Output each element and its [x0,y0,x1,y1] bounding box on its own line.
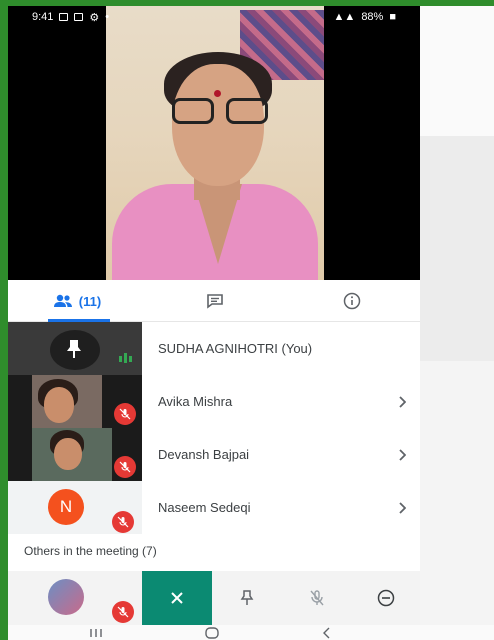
speaking-icon [119,353,132,363]
background-panel [420,361,494,640]
participant-thumbnail [8,322,142,375]
recents-button[interactable] [88,625,104,640]
participant-thumbnail [8,375,142,428]
chevron-right-icon[interactable] [398,428,406,481]
signal-icon: ▲▲ [333,11,356,23]
participant-name: Devansh Bajpai [158,447,250,462]
tab-people-label: (11) [78,293,102,309]
background-panel [420,6,494,136]
home-button[interactable] [204,625,220,640]
mic-off-icon [112,601,134,623]
settings-icon: ⚙ [89,11,100,24]
participant-glasses [172,98,268,124]
close-icon [171,592,183,604]
chevron-right-icon[interactable] [398,375,406,428]
pin-button[interactable] [212,571,282,625]
status-battery: 88% [361,11,384,23]
info-icon [343,292,361,310]
participant-row[interactable]: Avika Mishra [8,375,420,428]
tab-info[interactable] [284,280,420,322]
background-panel [420,136,494,361]
participant-thumbnail [8,571,142,625]
back-icon [323,627,330,638]
avatar: N [48,489,84,525]
mic-off-icon [114,456,136,478]
participant-thumbnail [8,428,142,481]
recents-icon [90,628,102,637]
participant-action-bar [8,571,420,625]
mic-off-icon [112,511,134,533]
home-icon [205,626,219,639]
participant-row[interactable]: N Naseem Sedeqi [8,481,420,534]
chat-icon [207,294,223,309]
panel-tabs: (11) [8,280,420,322]
remove-button[interactable] [352,571,420,625]
system-nav-bar [8,625,494,640]
remove-icon [377,589,395,607]
tab-people[interactable]: (11) [8,280,146,322]
phone-screen: 9:41 ⚙ • ▲▲ 88% ■ (11) SUDHA AGNIHOTRI (… [8,6,494,640]
mic-off-icon [114,403,136,425]
participant-name: Naseem Sedeqi [158,500,251,515]
participant-name: SUDHA AGNIHOTRI (You) [158,341,313,356]
pin-icon [240,590,254,605]
participant-neckline [194,184,242,264]
pin-icon [67,340,81,358]
tab-chat[interactable] [146,280,284,322]
people-icon [53,294,72,307]
mute-icon [310,590,324,606]
participant-bindi [214,90,221,97]
participant-name: Avika Mishra [158,394,233,409]
mute-button[interactable] [282,571,352,625]
close-button[interactable] [142,571,212,625]
status-time: 9:41 [32,11,54,23]
others-section-label: Others in the meeting (7) [24,544,157,558]
back-button[interactable] [322,625,332,640]
dot-icon: • [105,11,110,23]
notification-icon [74,13,84,21]
participant-face [172,64,264,186]
chevron-right-icon[interactable] [398,481,406,534]
participant-row[interactable]: Devansh Bajpai [8,428,420,481]
status-bar: 9:41 ⚙ • ▲▲ 88% ■ [8,6,420,28]
participant-row[interactable]: SUDHA AGNIHOTRI (You) [8,322,420,375]
battery-icon: ■ [389,11,396,23]
message-icon [59,13,69,21]
participant-thumbnail: N [8,481,142,534]
main-video-feed[interactable]: 9:41 ⚙ • ▲▲ 88% ■ [8,6,420,280]
video-frame [106,6,324,280]
